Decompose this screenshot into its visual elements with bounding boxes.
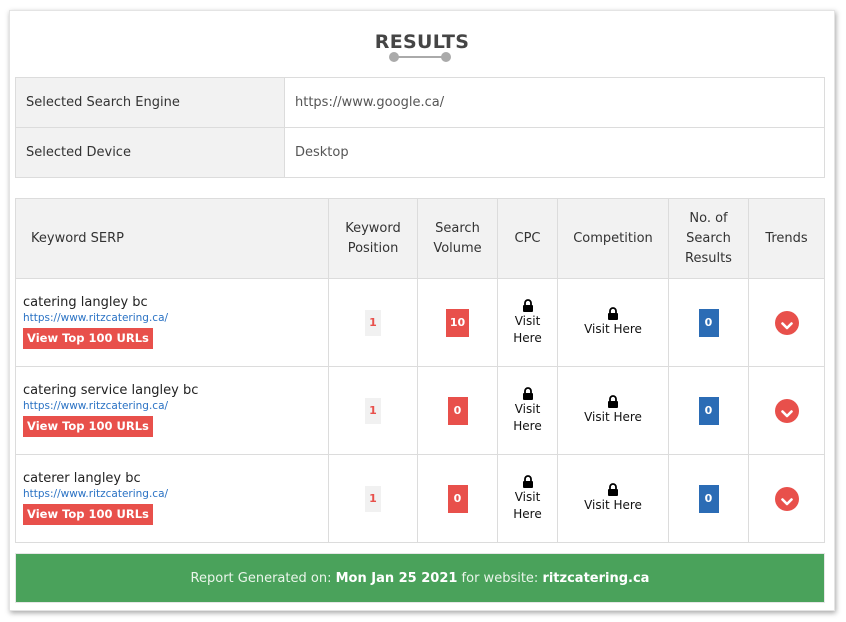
keyword-text: caterer langley bc: [23, 471, 141, 486]
chevron-down-icon: [780, 321, 793, 329]
volume-cell: 10: [417, 278, 498, 367]
view-top-100-urls-button[interactable]: View Top 100 URLs: [23, 416, 153, 437]
volume-cell: 0: [417, 454, 498, 543]
cpc-cell[interactable]: Visit Here: [497, 366, 558, 455]
table-row: catering service langley bc https://www.…: [15, 366, 825, 455]
table-row: catering langley bc https://www.ritzcate…: [15, 278, 825, 367]
cpc-cell[interactable]: Visit Here: [497, 454, 558, 543]
trend-toggle-button[interactable]: [774, 486, 799, 511]
competition-cell[interactable]: Visit Here: [557, 278, 669, 367]
results-badge: 0: [698, 484, 719, 513]
trends-cell: [748, 366, 825, 455]
lock-icon: [522, 474, 533, 488]
page-title: RESULTS: [374, 31, 470, 53]
column-header-competition: Competition: [557, 198, 669, 279]
volume-cell: 0: [417, 366, 498, 455]
keyword-url-link[interactable]: https://www.ritzcatering.ca/: [23, 312, 328, 324]
trend-toggle-button[interactable]: [774, 398, 799, 423]
trend-toggle-button[interactable]: [774, 310, 799, 335]
results-cell: 0: [668, 278, 749, 367]
volume-badge: 0: [447, 396, 468, 425]
setting-label: Selected Search Engine: [15, 77, 285, 128]
column-header-position: Keyword Position: [328, 198, 418, 279]
competition-visit-link[interactable]: Visit Here: [558, 321, 668, 338]
settings-table: Selected Search Engine https://www.googl…: [15, 77, 825, 178]
setting-value: Desktop: [284, 127, 825, 178]
results-badge: 0: [698, 396, 719, 425]
keyword-cell: catering langley bc https://www.ritzcate…: [15, 278, 329, 367]
position-cell: 1: [328, 454, 418, 543]
keyword-cell: caterer langley bc https://www.ritzcater…: [15, 454, 329, 543]
lock-icon: [608, 395, 618, 408]
setting-value: https://www.google.ca/: [284, 77, 825, 128]
footer-middle: for website:: [457, 571, 543, 586]
position-cell: 1: [328, 366, 418, 455]
results-card: RESULTS Selected Search Engine https://w…: [9, 10, 835, 611]
trends-cell: [748, 454, 825, 543]
lock-icon: [608, 483, 618, 496]
column-header-cpc: CPC: [497, 198, 558, 279]
column-header-results: No. of Search Results: [668, 198, 749, 279]
report-date: Mon Jan 25 2021: [335, 571, 458, 586]
view-top-100-urls-button[interactable]: View Top 100 URLs: [23, 328, 153, 349]
competition-cell[interactable]: Visit Here: [557, 454, 669, 543]
volume-badge: 0: [447, 484, 468, 513]
setting-label: Selected Device: [15, 127, 285, 178]
position-badge: 1: [365, 485, 381, 512]
keyword-text: catering service langley bc: [23, 383, 199, 398]
chevron-down-icon: [780, 409, 793, 417]
trends-cell: [748, 278, 825, 367]
position-badge: 1: [365, 309, 381, 336]
column-header-trends: Trends: [748, 198, 825, 279]
table-header-row: Keyword SERP Keyword Position Search Volum…: [15, 198, 825, 279]
cpc-visit-link[interactable]: Visit Here: [508, 489, 548, 523]
settings-row-engine: Selected Search Engine https://www.googl…: [15, 77, 825, 128]
cpc-visit-link[interactable]: Visit Here: [508, 313, 548, 347]
chevron-down-icon: [780, 497, 793, 505]
column-header-volume: Search Volume: [417, 198, 498, 279]
competition-cell[interactable]: Visit Here: [557, 366, 669, 455]
lock-icon: [608, 307, 618, 320]
lock-icon: [522, 298, 533, 312]
report-footer: Report Generated on: Mon Jan 25 2021 for…: [15, 553, 825, 603]
position-badge: 1: [365, 397, 381, 424]
keyword-url-link[interactable]: https://www.ritzcatering.ca/: [23, 488, 328, 500]
results-cell: 0: [668, 454, 749, 543]
cpc-visit-link[interactable]: Visit Here: [508, 401, 548, 435]
view-top-100-urls-button[interactable]: View Top 100 URLs: [23, 504, 153, 525]
table-row: caterer langley bc https://www.ritzcater…: [15, 454, 825, 543]
keyword-text: catering langley bc: [23, 295, 148, 310]
title-divider: [389, 51, 451, 63]
footer-prefix: Report Generated on:: [190, 571, 336, 586]
position-cell: 1: [328, 278, 418, 367]
keyword-results-table: Keyword SERP Keyword Position Search Volum…: [15, 198, 825, 543]
results-badge: 0: [698, 308, 719, 337]
report-website: ritzcatering.ca: [542, 571, 650, 586]
results-cell: 0: [668, 366, 749, 455]
column-header-keyword: Keyword SERP: [15, 198, 329, 279]
keyword-cell: catering service langley bc https://www.…: [15, 366, 329, 455]
cpc-cell[interactable]: Visit Here: [497, 278, 558, 367]
settings-row-device: Selected Device Desktop: [15, 127, 825, 178]
competition-visit-link[interactable]: Visit Here: [558, 497, 668, 514]
competition-visit-link[interactable]: Visit Here: [558, 409, 668, 426]
volume-badge: 10: [445, 308, 470, 337]
lock-icon: [522, 386, 533, 400]
keyword-url-link[interactable]: https://www.ritzcatering.ca/: [23, 400, 328, 412]
